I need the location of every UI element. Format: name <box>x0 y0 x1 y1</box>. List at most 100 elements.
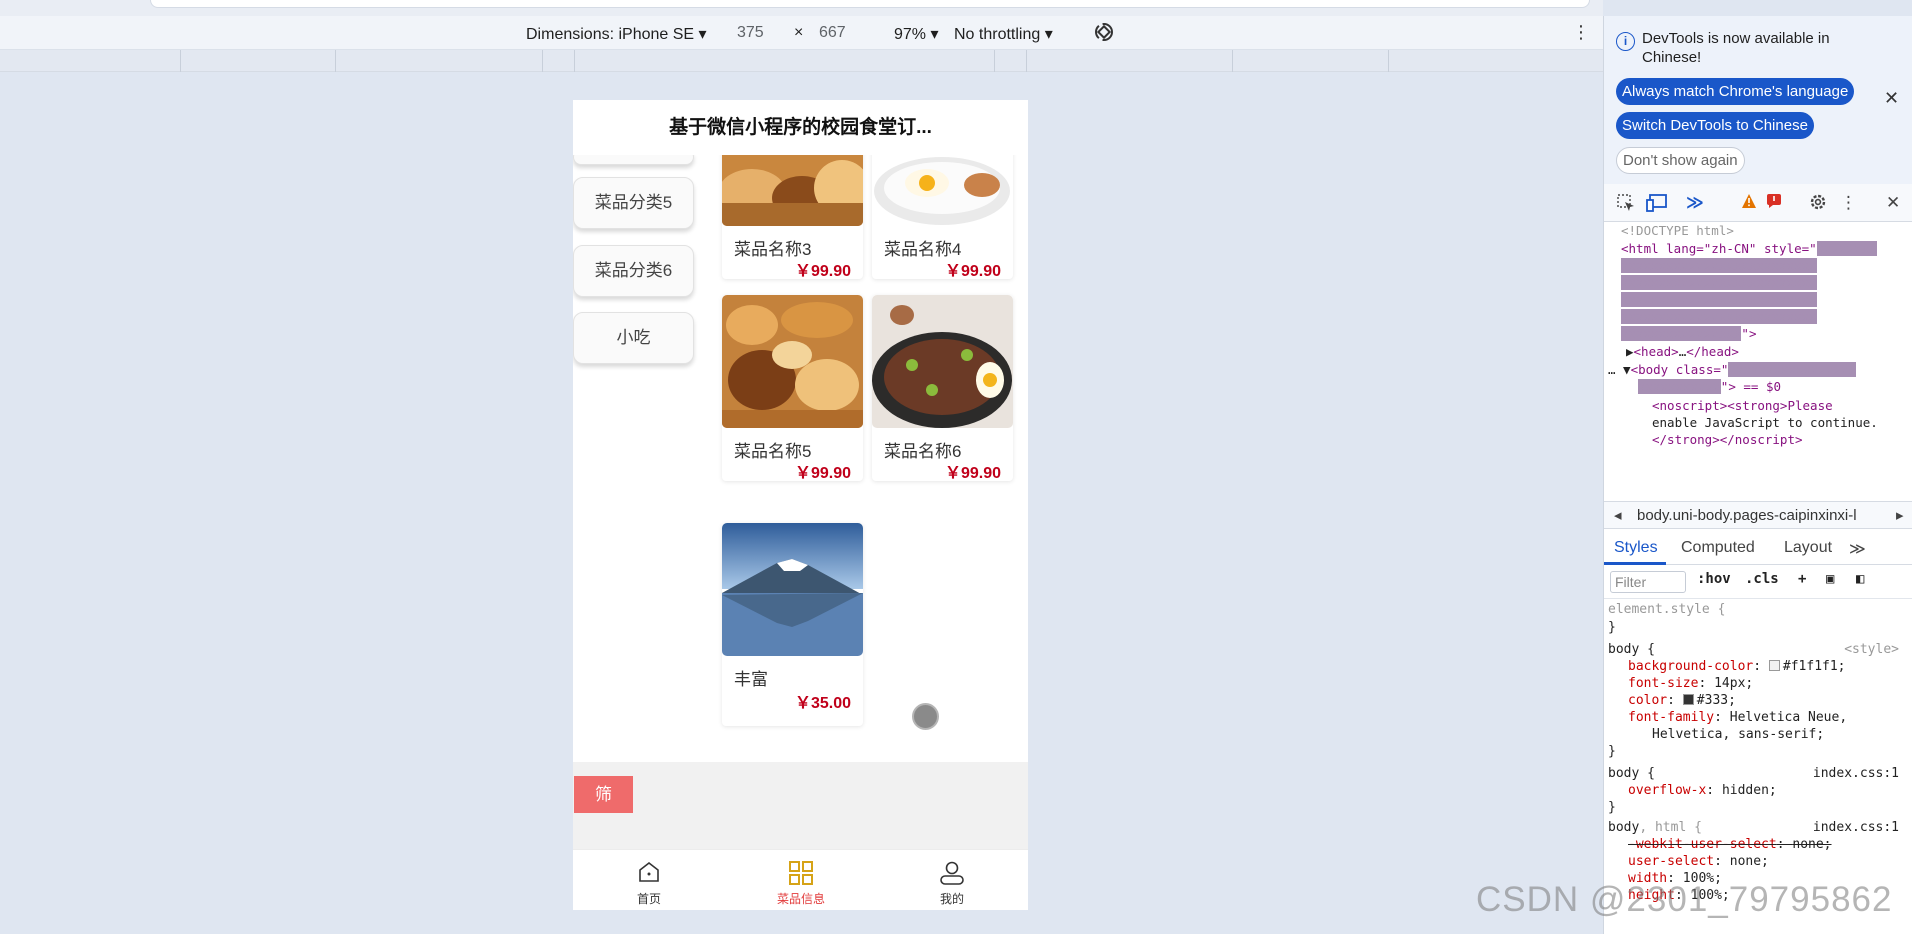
user-icon <box>939 860 965 891</box>
hov-toggle[interactable]: :hov <box>1697 571 1731 587</box>
elements-tree: <!DOCTYPE html> <html lang="zh-CN" style… <box>1604 222 1912 497</box>
body-suffix: "> == $0 <box>1720 379 1782 394</box>
dish-price: ￥35.00 <box>794 695 851 712</box>
rule-close: } <box>1608 744 1616 759</box>
rule-close: } <box>1608 620 1616 635</box>
zoom-select[interactable]: 97% ▾ <box>894 24 939 44</box>
cls-toggle[interactable]: .cls <box>1745 571 1779 587</box>
body-selector: body { <box>1608 642 1655 657</box>
more-style-tabs-icon[interactable]: ≫ <box>1849 539 1866 559</box>
noscript-line: </strong></noscript> <box>1652 432 1803 447</box>
crumb-right-icon[interactable]: ▸ <box>1896 506 1904 524</box>
styles-tabs: Styles Computed Layout ≫ <box>1604 531 1912 565</box>
sidebar-toggle-icon[interactable]: ◧ <box>1856 571 1864 587</box>
issues-icon[interactable] <box>1766 193 1782 214</box>
category-button[interactable]: 小吃 <box>573 312 694 364</box>
dish-price: ￥99.90 <box>944 465 1001 482</box>
declaration: user-select: none; <box>1628 854 1769 869</box>
close-icon[interactable]: ✕ <box>1884 88 1899 109</box>
rule-source[interactable]: index.css:1 <box>1813 819 1899 837</box>
body-html-selector: body, html { <box>1608 820 1702 835</box>
html-style-line: xxxxxxxxxxxxxxxxxxxxxxxxxx <box>1621 258 1817 273</box>
switch-language-button[interactable]: Switch DevTools to Chinese <box>1616 112 1814 139</box>
head-node[interactable]: ▶<head>…</head> <box>1626 343 1739 360</box>
warning-icon[interactable] <box>1741 193 1757 214</box>
html-node[interactable]: <html lang="zh-CN" style="xxxxxxxx <box>1621 240 1877 257</box>
html-style-line: xxxxxxxxxxxxxxxxxxxxxxxxxx <box>1621 309 1817 324</box>
media-query-ruler <box>0 50 1603 72</box>
crumb-left-icon[interactable]: ◂ <box>1614 506 1622 524</box>
notice-message: DevTools is now available in Chinese! <box>1642 30 1830 66</box>
html-style-line: xxxxxxxxxxxxxxxx"> <box>1621 326 1757 341</box>
dish-card[interactable]: 菜品名称6 ￥99.90 <box>872 295 1013 482</box>
filter-area: 筛 <box>573 762 1028 849</box>
head-close: </head> <box>1686 344 1739 359</box>
category-button[interactable]: 菜品分类5 <box>573 177 694 229</box>
address-bar[interactable] <box>150 0 1590 8</box>
dish-price: ￥99.90 <box>794 465 851 482</box>
doctype-line: <!DOCTYPE html> <box>1621 223 1734 238</box>
declaration: font-family: Helvetica Neue, <box>1628 710 1848 725</box>
tab-label: 首页 <box>636 892 661 906</box>
match-language-button[interactable]: Always match Chrome's language <box>1616 78 1855 105</box>
inspect-icon[interactable] <box>1616 193 1636 218</box>
rotate-icon[interactable] <box>1092 20 1116 49</box>
throttling-label: No throttling <box>954 26 1041 43</box>
device-select[interactable]: Dimensions: iPhone SE ▾ <box>526 24 707 44</box>
category-button[interactable]: 菜品分类6 <box>573 245 694 297</box>
breadcrumb: ◂ body.uni-body.pages-caipinxinxi-l ▸ <box>1604 501 1912 529</box>
tab-menu-info[interactable]: 菜品信息 <box>725 850 877 910</box>
tab-home[interactable]: 首页 <box>573 850 725 910</box>
html-style-line: xxxxxxxxxxxxxxxxxxxxxxxxxx <box>1621 292 1817 307</box>
styles-filter-row: Filter :hov .cls + ▣ ◧ <box>1604 565 1912 599</box>
page-title: 基于微信小程序的校园食堂订... <box>573 100 1028 155</box>
more-options-icon[interactable]: ⋮ <box>1840 193 1857 213</box>
more-tabs-icon[interactable]: ≫ <box>1686 193 1704 213</box>
dish-price: ￥99.90 <box>794 263 851 280</box>
height-input[interactable]: 667 <box>819 24 846 42</box>
dish-price: ￥99.90 <box>944 263 1001 280</box>
body-node[interactable]: … ▼<body class="xxxxxxxxxxxxxxxxx <box>1608 361 1857 378</box>
html-close: "> <box>1741 326 1757 341</box>
zoom-label: 97% <box>894 26 927 43</box>
body-class-line: xxxxxxxxxxx"> == $0 <box>1638 379 1782 394</box>
device-toggle-icon[interactable] <box>1646 193 1668 218</box>
settings-icon[interactable] <box>1809 193 1827 216</box>
close-devtools-icon[interactable]: ✕ <box>1886 193 1900 213</box>
breadcrumb-body[interactable]: body.uni-body.pages-caipinxinxi-l <box>1637 507 1857 524</box>
devtools-toolbar: ≫ ⋮ ✕ <box>1604 184 1912 222</box>
body-selector: body { <box>1608 766 1655 781</box>
dish-card[interactable]: 丰富 ￥35.00 <box>722 523 863 726</box>
tab-computed[interactable]: Computed <box>1681 539 1755 557</box>
tab-bar: 首页 菜品信息 我的 <box>573 849 1028 910</box>
rule-source[interactable]: <style> <box>1844 641 1899 659</box>
menu-content: 菜品分类5 菜品分类6 小吃 菜品名称3 ￥99.90 菜品名称4 ￥99.90… <box>573 100 1028 762</box>
rule-source[interactable]: index.css:1 <box>1813 765 1899 783</box>
grid-icon <box>788 860 814 891</box>
dish-image-beef <box>872 295 1013 428</box>
filter-button[interactable]: 筛 <box>574 776 633 813</box>
dish-image-bread <box>722 295 863 428</box>
tab-mine[interactable]: 我的 <box>876 850 1028 910</box>
devtools-panel: i DevTools is now available in Chinese! … <box>1603 16 1912 934</box>
paint-icon[interactable]: ▣ <box>1826 571 1834 587</box>
tab-layout[interactable]: Layout <box>1784 539 1832 557</box>
styles-filter-input[interactable]: Filter <box>1610 571 1686 593</box>
declaration: color: #333; <box>1628 693 1736 708</box>
noscript-line: <noscript><strong>Please <box>1652 398 1833 413</box>
element-style-selector: element.style { <box>1608 602 1726 617</box>
declaration-cont: Helvetica, sans-serif; <box>1652 727 1825 742</box>
dish-name: 丰富 <box>734 670 768 689</box>
html-style-line: xxxxxxxxxxxxxxxxxxxxxxxxxx <box>1621 275 1817 290</box>
new-rule-icon[interactable]: + <box>1798 571 1806 587</box>
tab-label: 菜品信息 <box>776 892 825 906</box>
declaration-overridden: -webkit-user-select: none; <box>1628 837 1832 852</box>
tab-styles[interactable]: Styles <box>1614 539 1658 557</box>
device-more-icon[interactable]: ⋮ <box>1572 22 1590 43</box>
width-input[interactable]: 375 <box>737 24 764 42</box>
dish-card[interactable]: 菜品名称5 ￥99.90 <box>722 295 863 482</box>
device-toolbar: Dimensions: iPhone SE ▾ 375 × 667 97% ▾ … <box>0 16 1603 50</box>
throttling-select[interactable]: No throttling ▾ <box>954 24 1053 44</box>
dont-show-button[interactable]: Don't show again <box>1616 147 1745 174</box>
browser-top-strip <box>0 0 1603 16</box>
